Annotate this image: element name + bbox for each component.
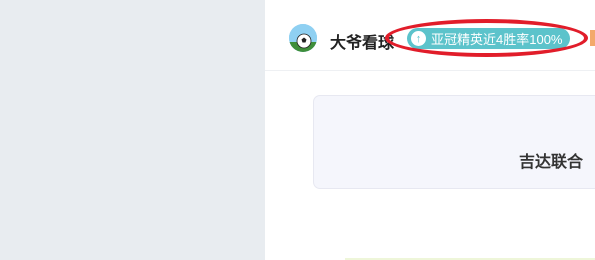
author-header: 大爷看球 ↑ 亚冠精英近4胜率100%	[265, 0, 595, 71]
main-panel: 大爷看球 ↑ 亚冠精英近4胜率100% 吉达联合	[265, 0, 595, 260]
left-panel	[0, 0, 265, 260]
soccer-ball-avatar-icon	[289, 24, 317, 52]
author-name[interactable]: 大爷看球	[330, 29, 394, 53]
badge-text: 亚冠精英近4胜率100%	[431, 32, 563, 47]
author-avatar[interactable]	[289, 24, 317, 52]
orange-tag	[590, 30, 595, 46]
win-rate-badge[interactable]: ↑ 亚冠精英近4胜率100%	[407, 28, 571, 49]
arrow-up-icon: ↑	[411, 31, 426, 46]
match-card[interactable]: 吉达联合	[313, 95, 595, 189]
team-name: 吉达联合	[519, 154, 584, 171]
